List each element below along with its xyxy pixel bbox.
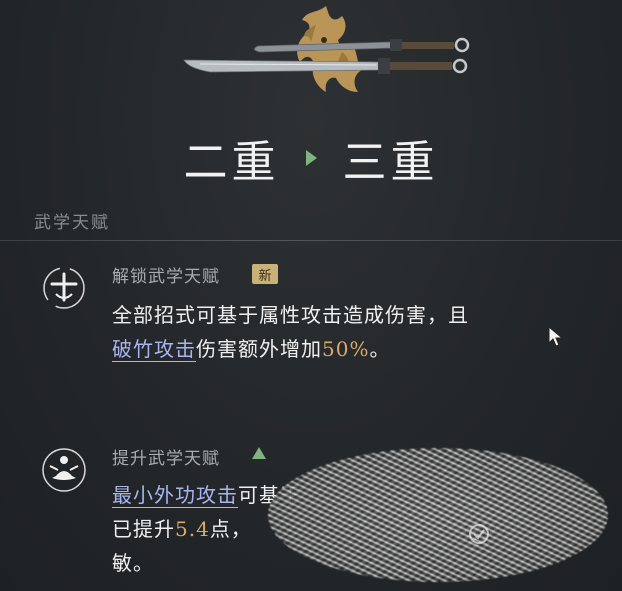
talent-1-desc-middle: 伤害额外增加 bbox=[196, 337, 322, 361]
tier-to: 三重 bbox=[342, 137, 439, 188]
tier-from: 二重 bbox=[183, 137, 280, 188]
tier-arrow-icon bbox=[305, 150, 317, 166]
section-divider bbox=[0, 240, 622, 241]
tier-progression: 二重 三重 bbox=[0, 128, 622, 188]
talent-1-description: 全部招式可基于属性攻击造成伤害，且 破竹攻击伤害额外增加50%。 bbox=[112, 298, 572, 366]
mouse-cursor-icon bbox=[548, 326, 564, 347]
talent-1-desc-prefix: 全部招式可基于属性攻击造成伤害，且 bbox=[112, 303, 469, 327]
unlock-talent-icon bbox=[43, 267, 85, 309]
talent-2-desc-line2-prefix: 已提升 bbox=[112, 517, 175, 541]
talent-1-skill-link[interactable]: 破竹攻击 bbox=[112, 337, 196, 362]
talent-1-desc-suffix: 。 bbox=[369, 337, 391, 361]
talent-2-name: 提升武学天赋 bbox=[112, 449, 220, 469]
meditation-talent-icon bbox=[42, 448, 86, 492]
new-badge: 新 bbox=[252, 264, 278, 284]
twin-sabres-icon bbox=[183, 37, 470, 74]
talent-2-skill-link[interactable]: 最小外功攻击 bbox=[112, 483, 238, 508]
section-title: 武学天赋 bbox=[34, 213, 110, 233]
talent-2-value: 5.4 bbox=[175, 517, 210, 541]
talent-1-value: 50% bbox=[322, 337, 370, 361]
watermark-logo-icon bbox=[469, 524, 489, 544]
watermark bbox=[468, 514, 598, 554]
talent-2-desc-line3: 敏。 bbox=[112, 551, 154, 575]
upgrade-arrow-icon bbox=[252, 447, 266, 459]
talent-1-name: 解锁武学天赋 bbox=[112, 267, 220, 287]
talent-2-desc-line2-suffix: 点， bbox=[209, 517, 252, 541]
